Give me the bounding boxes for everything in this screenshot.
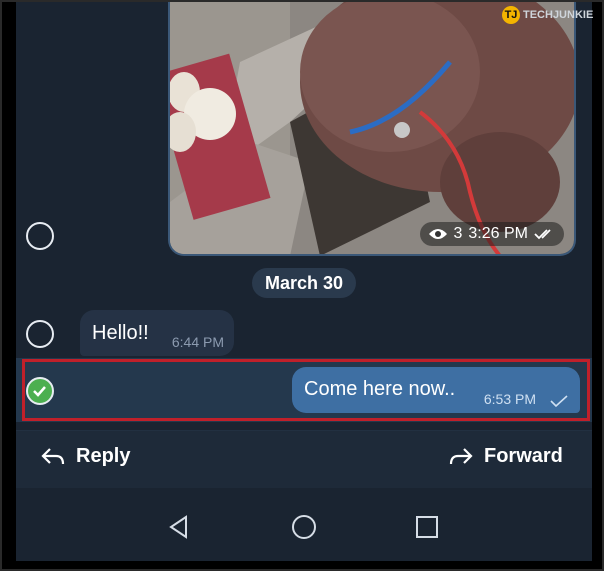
techjunkie-logo-badge: TJ bbox=[502, 6, 520, 24]
chat-screen: 3 3:26 PM March 30 Hello!! 6:44 PM Come … bbox=[16, 2, 592, 561]
eye-icon bbox=[428, 229, 447, 239]
photo-meta: 3 3:26 PM bbox=[419, 222, 564, 246]
reply-label: Reply bbox=[76, 445, 131, 467]
select-photo-message-checkbox[interactable] bbox=[26, 222, 54, 250]
home-icon[interactable] bbox=[290, 514, 318, 542]
photo-message[interactable]: 3 3:26 PM bbox=[168, 2, 576, 256]
system-nav-bar bbox=[16, 488, 592, 561]
reply-arrow-icon bbox=[41, 447, 65, 464]
action-bar: Reply Forward bbox=[16, 430, 592, 489]
recents-icon[interactable] bbox=[414, 514, 440, 540]
selection-highlight-box bbox=[22, 359, 590, 421]
incoming-message-bubble[interactable]: Hello!! 6:44 PM bbox=[80, 310, 234, 356]
view-count: 3 bbox=[453, 225, 463, 242]
forward-label: Forward bbox=[484, 445, 563, 467]
incoming-message-time: 6:44 PM bbox=[171, 334, 224, 350]
double-check-icon bbox=[534, 229, 551, 240]
incoming-message-text: Hello!! bbox=[92, 322, 149, 344]
techjunkie-watermark: TJ TECHJUNKIE bbox=[502, 4, 602, 26]
forward-button[interactable]: Forward bbox=[448, 445, 563, 468]
techjunkie-logo-text: TECHJUNKIE bbox=[523, 9, 594, 21]
back-icon[interactable] bbox=[166, 514, 192, 540]
select-hello-message-checkbox[interactable] bbox=[26, 320, 54, 348]
phone-frame: 3 3:26 PM March 30 Hello!! 6:44 PM Come … bbox=[0, 0, 604, 571]
reply-button[interactable]: Reply bbox=[40, 445, 130, 468]
dog-photo bbox=[170, 2, 574, 254]
date-separator: March 30 bbox=[252, 268, 356, 298]
photo-time: 3:26 PM bbox=[468, 225, 528, 242]
forward-arrow-icon bbox=[449, 447, 473, 464]
